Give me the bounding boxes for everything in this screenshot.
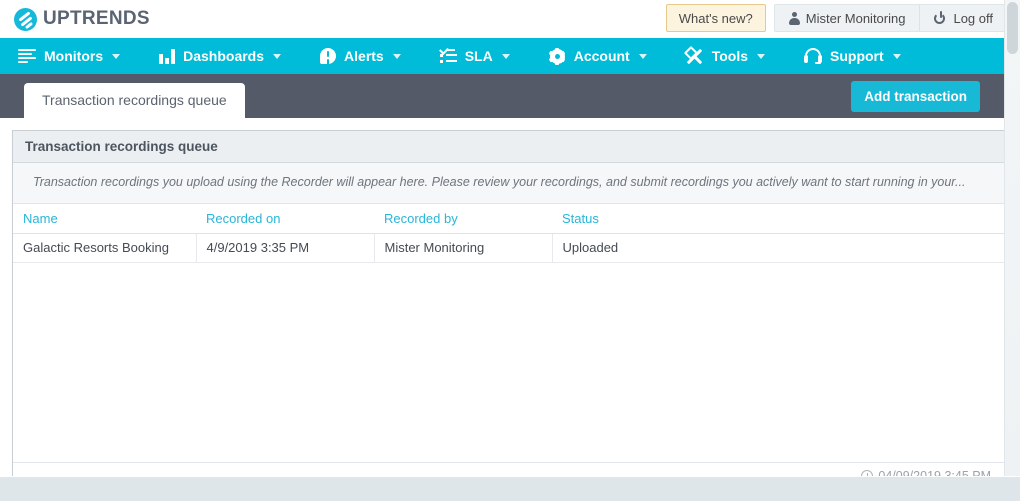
transaction-recordings-queue-panel: Transaction recordings queue Transaction… [12,130,1006,490]
cell-name: Galactic Resorts Booking [13,233,197,263]
recordings-table-wrapper: Name Recorded on Recorded by Status Gala… [13,203,1005,462]
column-header-recorded-on[interactable]: Recorded on [196,203,374,234]
page-bottom-strip [0,476,1020,501]
nav-item-account[interactable]: Account [545,38,660,74]
power-icon [934,10,947,25]
nav-label-account: Account [573,48,630,64]
tab-transaction-recordings-queue[interactable]: Transaction recordings queue [24,83,245,118]
bar-chart-icon [159,48,176,64]
tools-icon [683,45,704,65]
chevron-down-icon [392,53,401,59]
recordings-table: Name Recorded on Recorded by Status Gala… [13,203,1005,263]
log-off-label: Log off [953,10,993,26]
brand-name: UPTRENDS [43,8,150,29]
nav-label-dashboards: Dashboards [183,48,265,64]
chevron-down-icon [112,53,121,59]
cell-recorded-by: Mister Monitoring [374,233,553,263]
table-row[interactable]: Galactic Resorts Booking 4/9/2019 3:35 P… [13,233,1005,263]
nav-item-dashboards[interactable]: Dashboards [155,38,294,74]
top-bar: UPTRENDS What's new? Mister Monitoring L… [0,0,1020,38]
tab-strip: Transaction recordings queue Add transac… [0,74,1020,118]
content-area: Transaction recordings queue Transaction… [0,118,1020,501]
uptrends-app-window: UPTRENDS What's new? Mister Monitoring L… [0,0,1020,501]
chevron-down-icon [892,53,901,59]
cell-status: Uploaded [552,233,1005,263]
whats-new-button[interactable]: What's new? [665,4,766,32]
nav-item-monitors[interactable]: Monitors [14,38,133,74]
chevron-down-icon [273,53,282,59]
top-bar-right-controls: What's new? Mister Monitoring Log off [665,4,1008,32]
user-account-button[interactable]: Mister Monitoring [775,5,920,31]
nav-label-support: Support [830,48,884,64]
column-header-name[interactable]: Name [13,203,196,234]
nav-item-support[interactable]: Support [800,38,914,74]
panel-title: Transaction recordings queue [13,131,1005,163]
nav-label-alerts: Alerts [344,48,384,64]
main-navigation-bar: Monitors Dashboards Alerts SLA Account T… [0,38,1020,74]
user-name-label: Mister Monitoring [805,10,906,26]
nav-label-tools: Tools [711,48,749,64]
nav-item-sla[interactable]: SLA [436,38,523,74]
brand-logo[interactable]: UPTRENDS [14,7,150,31]
nav-item-alerts[interactable]: Alerts [316,38,414,74]
uptrends-logo-icon [14,7,37,31]
column-header-status[interactable]: Status [552,203,1005,234]
column-header-recorded-by[interactable]: Recorded by [374,203,552,234]
checklist-icon [438,45,457,64]
cell-recorded-on: 4/9/2019 3:35 PM [196,233,375,263]
chevron-down-icon [757,53,766,59]
user-icon [788,11,800,25]
table-header-row: Name Recorded on Recorded by Status [13,203,1005,234]
alert-bubble-icon [320,48,337,64]
nav-item-tools[interactable]: Tools [682,38,778,74]
scrollbar-thumb[interactable] [1007,2,1018,54]
list-lines-icon [18,49,36,63]
gear-icon [548,47,566,65]
log-off-button[interactable]: Log off [919,5,1007,31]
nav-label-monitors: Monitors [44,48,104,64]
user-account-box: Mister Monitoring Log off [773,4,1008,32]
vertical-scrollbar[interactable] [1004,0,1020,501]
add-transaction-button[interactable]: Add transaction [851,81,980,112]
nav-label-sla: SLA [464,48,493,64]
chevron-down-icon [638,53,647,59]
headset-icon [804,48,823,64]
panel-description: Transaction recordings you upload using … [13,163,1005,204]
chevron-down-icon [501,53,510,59]
